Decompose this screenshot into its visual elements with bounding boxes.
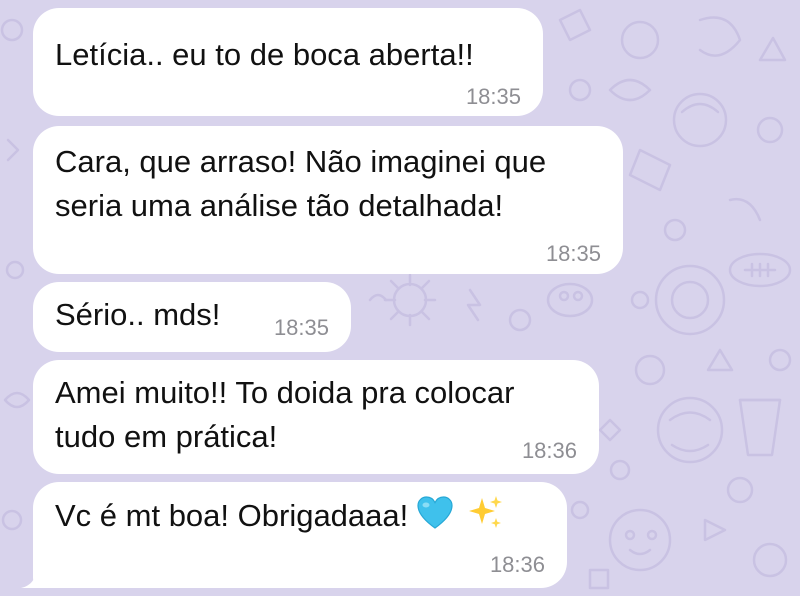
message-timestamp: 18:35	[545, 241, 601, 266]
message-bubble[interactable]: Vc é mt boa! Obrigadaaa! 18:36	[33, 482, 567, 588]
message-bubble[interactable]: Cara, que arraso! Não imaginei que seria…	[33, 126, 623, 274]
message-text-line: Amei muito!! To doida pra colocar	[55, 375, 515, 410]
message-bubble[interactable]: Letícia.. eu to de boca aberta!! 18:35	[33, 8, 543, 116]
message-text-line: seria uma análise tão detalhada!	[55, 188, 504, 223]
message-timestamp: 18:35	[273, 315, 329, 340]
blue-heart-icon	[417, 496, 453, 529]
message-text: Letícia.. eu to de boca aberta!!	[55, 37, 474, 72]
message-text: Sério.. mds!	[55, 297, 221, 332]
message-timestamp: 18:35	[465, 84, 521, 109]
message-text: Vc é mt boa! Obrigadaaa!	[55, 498, 409, 533]
message-text-row: Vc é mt boa! Obrigadaaa!	[55, 494, 504, 538]
bubble-tail	[21, 566, 57, 588]
message-timestamp: 18:36	[489, 552, 545, 577]
message-bubble[interactable]: Sério.. mds! 18:35	[33, 282, 351, 352]
message-text-line: tudo em prática!	[55, 419, 278, 454]
message-text-line: Cara, que arraso! Não imaginei que	[55, 144, 547, 179]
message-bubble[interactable]: Amei muito!! To doida pra colocar tudo e…	[33, 360, 599, 474]
sparkles-icon	[468, 496, 502, 528]
message-timestamp: 18:36	[521, 438, 577, 463]
